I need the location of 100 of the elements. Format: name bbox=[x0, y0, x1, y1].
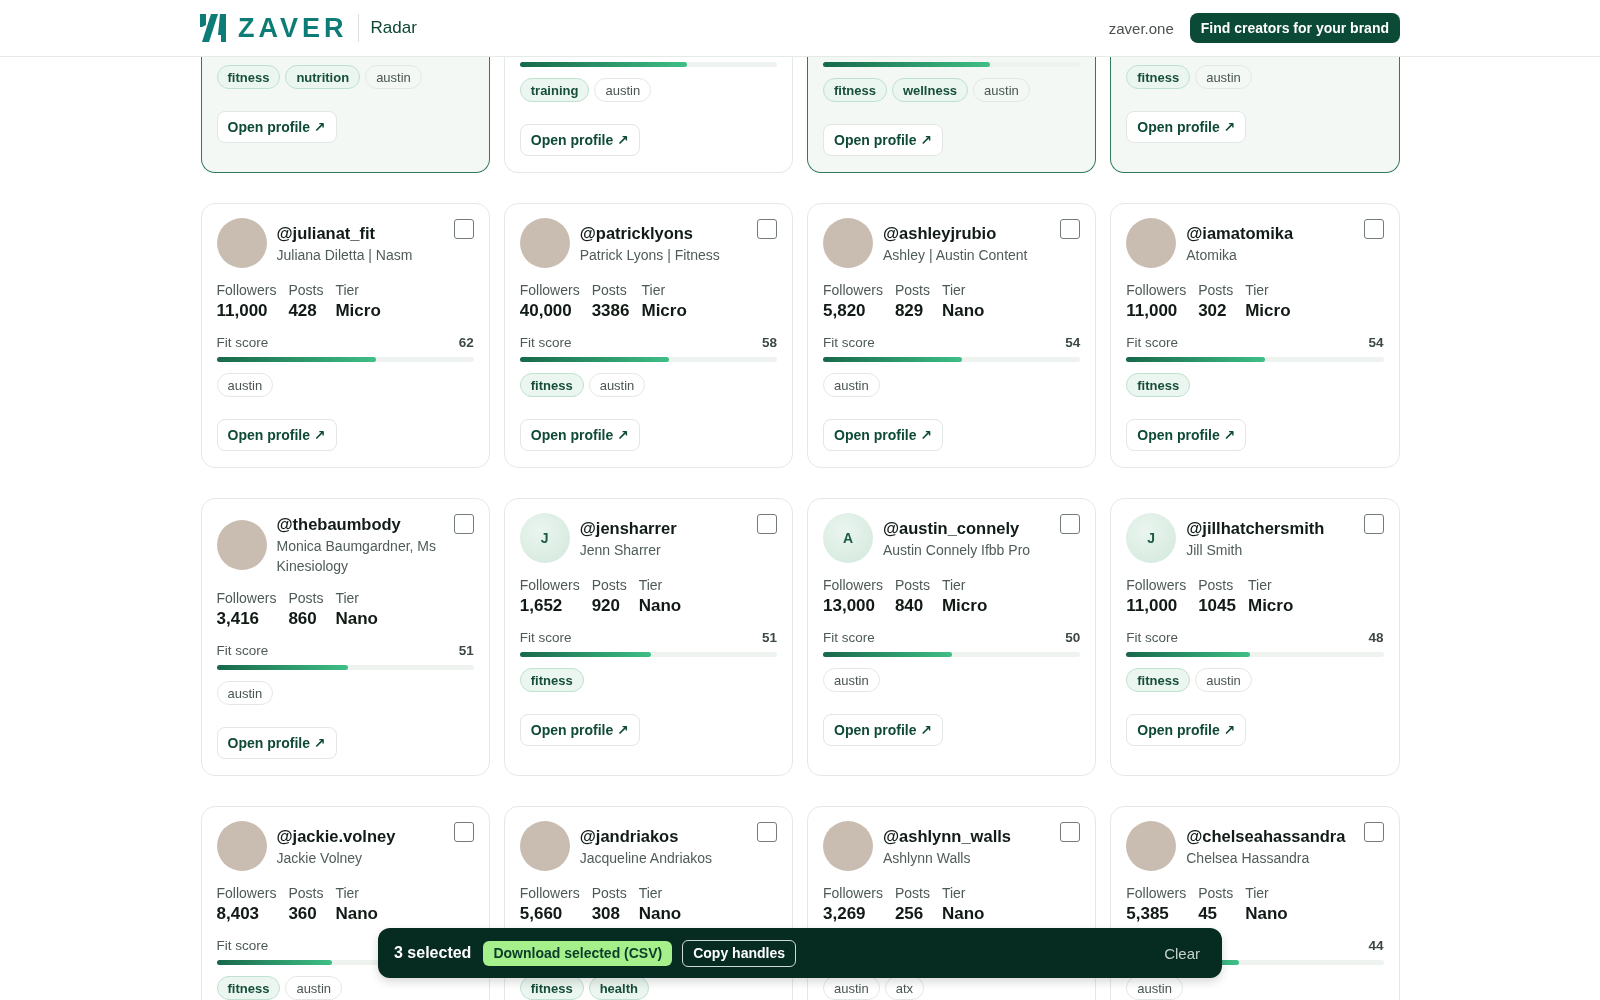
creator-name: Austin Connely Ifbb Pro bbox=[883, 540, 1032, 560]
photo-placeholder bbox=[1126, 821, 1177, 871]
stat-label: Tier bbox=[335, 281, 359, 299]
photo-placeholder bbox=[823, 218, 873, 268]
stat-value: Nano bbox=[335, 903, 378, 925]
open-profile-button[interactable]: Open profile ↗ bbox=[519, 714, 640, 746]
stat-label: Followers bbox=[1126, 281, 1187, 299]
stat-value: 11,000 bbox=[216, 300, 268, 322]
select-checkbox[interactable] bbox=[453, 514, 474, 534]
stat-label: Followers bbox=[1126, 884, 1187, 902]
clear-button[interactable]: Clear bbox=[1164, 944, 1200, 962]
select-checkbox[interactable] bbox=[1363, 822, 1384, 842]
creator-name: Monica Baumgardner, Ms Kinesiology bbox=[276, 537, 438, 576]
fit-score-label: Fit score bbox=[1126, 335, 1178, 350]
fit-score-label: Fit score bbox=[519, 335, 572, 350]
fit-score-label: Fit score bbox=[519, 630, 572, 645]
select-checkbox[interactable] bbox=[757, 514, 777, 534]
stat-label: Posts bbox=[591, 576, 627, 594]
fit-score-value: 54 bbox=[1368, 335, 1384, 350]
stat-value: 308 bbox=[591, 903, 621, 925]
creator-handle: @patricklyons bbox=[579, 222, 695, 244]
select-checkbox[interactable] bbox=[757, 219, 777, 239]
stat-value: Nano bbox=[1245, 903, 1288, 925]
stat-label: Posts bbox=[1198, 884, 1234, 902]
logo-text: ZAVER bbox=[238, 13, 348, 43]
fit-score-value: 54 bbox=[1065, 335, 1081, 350]
select-checkbox[interactable] bbox=[1363, 514, 1384, 534]
stat-label: Tier bbox=[941, 281, 966, 299]
open-profile-button[interactable]: Open profile ↗ bbox=[519, 124, 640, 156]
tag-chip: fitness bbox=[1126, 65, 1191, 89]
creator-name: Patrick Lyons | Fitness bbox=[579, 245, 721, 265]
secondary-action-button[interactable]: Copy handles bbox=[682, 939, 796, 967]
open-profile-button[interactable]: Open profile ↗ bbox=[1126, 714, 1247, 746]
stat-value: Nano bbox=[335, 608, 378, 630]
creator-handle: @jandriakos bbox=[579, 825, 680, 847]
open-profile-button[interactable]: Open profile ↗ bbox=[1126, 419, 1247, 451]
open-profile-button[interactable]: Open profile ↗ bbox=[216, 111, 337, 143]
stat-value: Micro bbox=[1248, 595, 1294, 617]
logo-icon bbox=[200, 14, 226, 42]
creator-handle: @jackie.volney bbox=[276, 825, 397, 847]
stat-value: 13,000 bbox=[823, 595, 875, 617]
fit-score-value: 62 bbox=[458, 335, 474, 350]
stat-label: Followers bbox=[823, 281, 883, 299]
open-profile-button[interactable]: Open profile ↗ bbox=[1126, 111, 1247, 143]
avatar: J bbox=[519, 513, 570, 563]
stat-label: Followers bbox=[216, 884, 277, 902]
creator-name: Ashlynn Walls bbox=[883, 848, 972, 868]
stat-label: Posts bbox=[288, 884, 324, 902]
stat-label: Followers bbox=[823, 576, 883, 594]
stat-value: 11,000 bbox=[1126, 595, 1178, 617]
stat-label: Tier bbox=[941, 576, 966, 594]
stat-value: Nano bbox=[638, 903, 682, 925]
stat-value: 5,820 bbox=[823, 300, 866, 322]
select-checkbox[interactable] bbox=[1363, 219, 1384, 239]
stat-value: Nano bbox=[941, 903, 985, 925]
stat-label: Posts bbox=[591, 281, 627, 299]
product-name: Radar bbox=[370, 18, 417, 38]
creator-handle: @chelseahassandra bbox=[1186, 825, 1347, 847]
primary-action-button[interactable]: Download selected (CSV) bbox=[483, 940, 673, 966]
select-checkbox[interactable] bbox=[453, 219, 474, 239]
stat-value: 360 bbox=[288, 903, 317, 925]
stat-value: 840 bbox=[894, 595, 924, 617]
stat-label: Tier bbox=[1248, 576, 1272, 594]
select-checkbox[interactable] bbox=[1060, 822, 1081, 842]
stat-label: Posts bbox=[1198, 281, 1234, 299]
site-link[interactable]: zaver.one bbox=[1108, 19, 1174, 37]
open-profile-button[interactable]: Open profile ↗ bbox=[823, 714, 944, 746]
select-checkbox[interactable] bbox=[1060, 219, 1081, 239]
stat-value: 3,416 bbox=[216, 608, 260, 630]
tag-chip: fitness bbox=[1126, 668, 1191, 692]
stat-label: Tier bbox=[941, 884, 966, 902]
stat-value: Micro bbox=[335, 300, 381, 322]
open-profile-button[interactable]: Open profile ↗ bbox=[216, 419, 337, 451]
stat-label: Posts bbox=[894, 884, 930, 902]
tag-chip: fitness bbox=[519, 668, 584, 692]
cta-button[interactable]: Find creators for your brand bbox=[1189, 13, 1400, 43]
stat-value: 1,652 bbox=[519, 595, 563, 617]
photo-placeholder bbox=[1126, 218, 1177, 268]
creator-handle: @austin_connely bbox=[883, 517, 1021, 539]
tag-chip: training bbox=[519, 78, 590, 102]
stat-label: Tier bbox=[641, 281, 666, 299]
tag-chip: fitness bbox=[1126, 373, 1191, 397]
stat-value: 11,000 bbox=[1126, 300, 1178, 322]
stat-label: Followers bbox=[519, 884, 580, 902]
stat-value: 5,660 bbox=[519, 903, 563, 925]
creator-name: Juliana Diletta | Nasm bbox=[276, 245, 414, 265]
stat-label: Posts bbox=[288, 281, 324, 299]
open-profile-button[interactable]: Open profile ↗ bbox=[823, 419, 944, 451]
select-checkbox[interactable] bbox=[757, 822, 777, 842]
stat-value: 256 bbox=[894, 903, 924, 925]
open-profile-button[interactable]: Open profile ↗ bbox=[519, 419, 640, 451]
fit-score-value: 48 bbox=[1368, 630, 1384, 645]
select-checkbox[interactable] bbox=[453, 822, 474, 842]
avatar: J bbox=[1126, 513, 1177, 563]
open-profile-button[interactable]: Open profile ↗ bbox=[823, 124, 944, 156]
stat-value: Micro bbox=[641, 300, 687, 322]
open-profile-button[interactable]: Open profile ↗ bbox=[216, 727, 337, 759]
tag-chip: wellness bbox=[891, 78, 969, 102]
stat-label: Followers bbox=[519, 576, 580, 594]
select-checkbox[interactable] bbox=[1060, 514, 1081, 534]
